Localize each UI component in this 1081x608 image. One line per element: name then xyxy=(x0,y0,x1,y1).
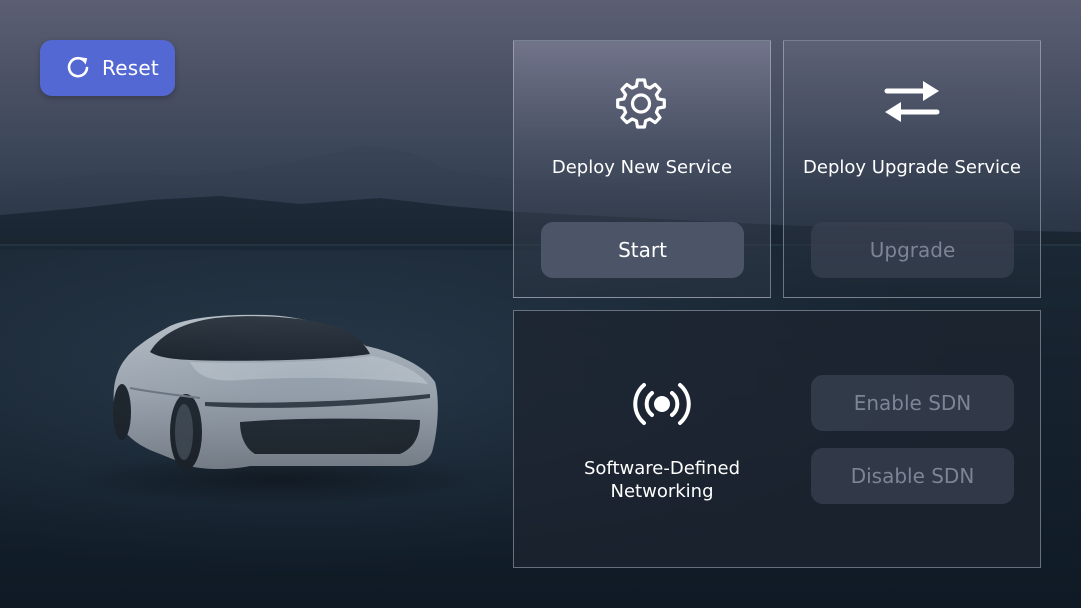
disable-sdn-button[interactable]: Disable SDN xyxy=(811,448,1014,504)
deploy-new-service-panel: Deploy New Service Start xyxy=(513,40,771,298)
sdn-title: Software-Defined Networking xyxy=(583,458,741,502)
sdn-panel: Software-Defined Networking Enable SDN D… xyxy=(513,310,1041,568)
reset-button[interactable]: Reset xyxy=(40,40,175,96)
refresh-icon xyxy=(67,56,89,78)
enable-sdn-button[interactable]: Enable SDN xyxy=(811,375,1014,431)
deploy-new-service-title: Deploy New Service xyxy=(551,157,733,178)
upgrade-button[interactable]: Upgrade xyxy=(811,222,1014,278)
app-screen: Reset Deploy New Service Start Deploy Up… xyxy=(0,0,1081,608)
broadcast-icon xyxy=(633,383,691,425)
reset-label: Reset xyxy=(102,56,159,80)
swap-arrows-icon xyxy=(884,81,940,122)
start-button[interactable]: Start xyxy=(541,222,744,278)
deploy-upgrade-service-panel: Deploy Upgrade Service Upgrade xyxy=(783,40,1041,298)
gear-icon xyxy=(616,78,666,129)
deploy-upgrade-service-title: Deploy Upgrade Service xyxy=(803,157,1021,178)
